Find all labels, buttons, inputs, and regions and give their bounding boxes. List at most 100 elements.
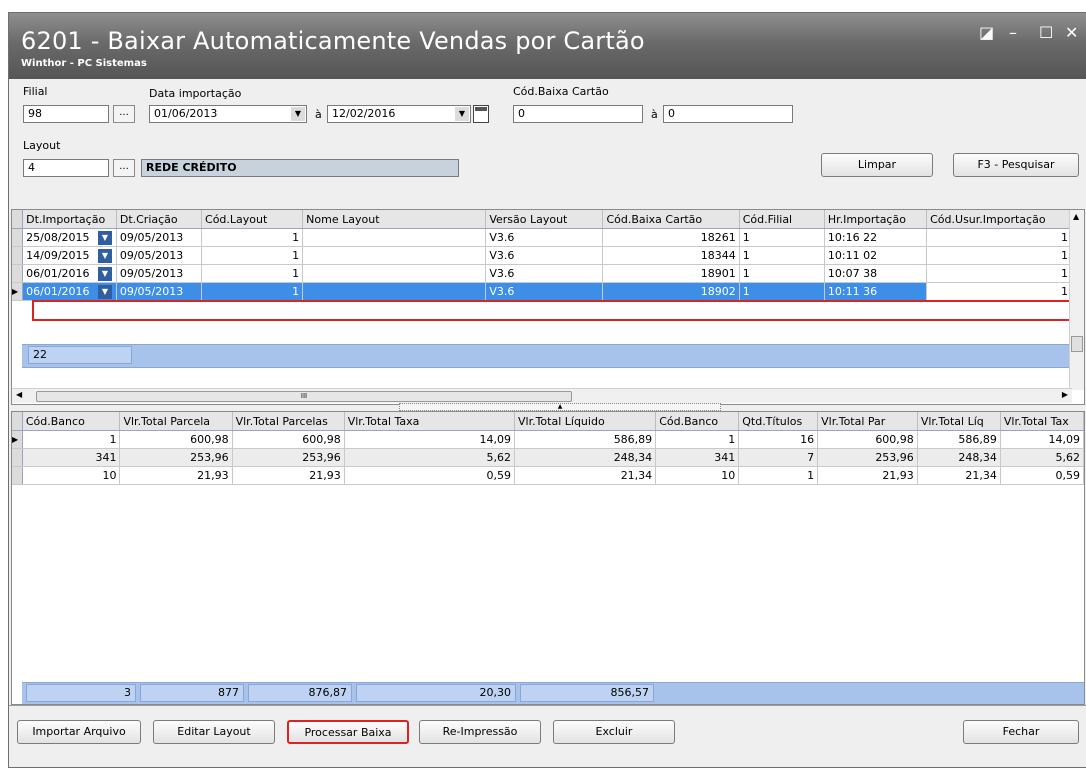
col-header[interactable]: Vlr.Total Líquido xyxy=(514,412,657,431)
scroll-up-icon[interactable]: ▲ xyxy=(1073,212,1079,221)
table-cell[interactable]: 253,96 xyxy=(232,448,345,467)
col-header[interactable]: Qtd.Títulos xyxy=(738,412,819,431)
table-cell[interactable]: 0,59 xyxy=(344,466,515,485)
table-cell[interactable] xyxy=(302,228,487,247)
table-cell[interactable]: 18344 xyxy=(602,246,740,265)
processar-baixa-button[interactable]: Processar Baixa xyxy=(287,720,409,744)
col-header[interactable]: Cód.Banco xyxy=(655,412,740,431)
col-header[interactable]: Vlr.Total Parcelas xyxy=(232,412,345,431)
table-cell[interactable]: 14,09 xyxy=(344,430,515,449)
excluir-button[interactable]: Excluir xyxy=(553,720,675,744)
table-cell[interactable]: 341 xyxy=(22,448,121,467)
table-cell[interactable]: 1 xyxy=(739,264,825,283)
layout-search-button[interactable]: ... xyxy=(113,159,135,177)
restore-icon[interactable]: ◪ xyxy=(979,23,994,42)
table-cell[interactable]: V3.6 xyxy=(485,264,604,283)
table-cell[interactable]: 1 xyxy=(739,228,825,247)
limpar-button[interactable]: Limpar xyxy=(821,153,933,177)
table-cell[interactable]: V3.6 xyxy=(485,282,604,301)
chevron-down-icon[interactable]: ▼ xyxy=(455,107,469,121)
table-cell[interactable]: 21,93 xyxy=(119,466,233,485)
table-row[interactable]: ▶ 1 600,98 600,98 14,09 586,89 1 16 600,… xyxy=(12,430,1084,449)
horizontal-scrollbar[interactable]: ◀ III ▶ xyxy=(12,388,1072,403)
table-cell[interactable]: 18261 xyxy=(602,228,740,247)
data-from-input[interactable]: 01/06/2013 xyxy=(149,105,307,123)
table-cell[interactable]: 1 xyxy=(201,264,304,283)
filial-search-button[interactable]: ... xyxy=(113,105,135,123)
table-cell[interactable]: 1 xyxy=(926,246,1072,265)
scroll-right-icon[interactable]: ▶ xyxy=(1062,390,1068,399)
table-cell[interactable]: 1 xyxy=(201,228,304,247)
table-cell[interactable]: 14,09 xyxy=(1000,430,1084,449)
table-cell[interactable]: 16 xyxy=(738,430,819,449)
table-cell[interactable]: 10:11 36 xyxy=(824,282,928,301)
table-cell[interactable]: 248,34 xyxy=(514,448,657,467)
table-cell[interactable]: 5,62 xyxy=(344,448,515,467)
table-cell[interactable]: 18902 xyxy=(602,282,740,301)
col-header[interactable]: Dt.Criação xyxy=(116,210,203,229)
table-cell[interactable]: 1 xyxy=(926,228,1072,247)
table-cell[interactable]: 253,96 xyxy=(817,448,918,467)
table-cell[interactable]: 1 xyxy=(926,264,1072,283)
table-cell[interactable]: 600,98 xyxy=(817,430,918,449)
table-cell[interactable]: 21,34 xyxy=(514,466,657,485)
table-cell[interactable]: 248,34 xyxy=(917,448,1001,467)
table-cell[interactable]: 21,93 xyxy=(232,466,345,485)
table-cell[interactable]: 0,59 xyxy=(1000,466,1084,485)
col-header[interactable]: Cód.Filial xyxy=(739,210,825,229)
table-cell[interactable]: 586,89 xyxy=(514,430,657,449)
table-cell[interactable]: 10:11 02 xyxy=(824,246,928,265)
chevron-down-icon[interactable]: ▼ xyxy=(98,267,112,281)
fechar-button[interactable]: Fechar xyxy=(963,720,1079,744)
table-cell[interactable]: 10:07 38 xyxy=(824,264,928,283)
table-cell[interactable]: V3.6 xyxy=(485,246,604,265)
importar-arquivo-button[interactable]: Importar Arquivo xyxy=(17,720,141,744)
table-cell[interactable] xyxy=(302,264,487,283)
minimize-icon[interactable]: – xyxy=(1009,23,1017,42)
table-cell[interactable]: 1 xyxy=(926,282,1072,301)
data-to-input[interactable]: 12/02/2016 xyxy=(327,105,471,123)
col-header[interactable]: Vlr.Total Parcela xyxy=(119,412,233,431)
col-header[interactable]: Hr.Importação xyxy=(824,210,928,229)
table-cell[interactable]: 09/05/2013 xyxy=(116,282,203,301)
editar-layout-button[interactable]: Editar Layout xyxy=(153,720,275,744)
col-header[interactable]: Cód.Banco xyxy=(22,412,121,431)
table-cell[interactable]: V3.6 xyxy=(485,228,604,247)
re-impressao-button[interactable]: Re-Impressão xyxy=(419,720,541,744)
col-header[interactable]: Vlr.Total Taxa xyxy=(344,412,515,431)
col-header[interactable]: Dt.Importação xyxy=(22,210,117,229)
table-cell[interactable]: 10 xyxy=(22,466,121,485)
col-header[interactable]: Versão Layout xyxy=(485,210,604,229)
chevron-down-icon[interactable]: ▼ xyxy=(98,285,112,299)
table-cell[interactable]: 18901 xyxy=(602,264,740,283)
table-cell[interactable]: 600,98 xyxy=(232,430,345,449)
table-cell[interactable]: 7 xyxy=(738,448,819,467)
table-cell[interactable]: 1 xyxy=(655,430,740,449)
col-header[interactable]: Vlr.Total Líq xyxy=(917,412,1001,431)
table-cell[interactable]: 5,62 xyxy=(1000,448,1084,467)
table-cell[interactable]: 1 xyxy=(739,282,825,301)
table-cell[interactable]: 09/05/2013 xyxy=(116,264,203,283)
maximize-icon[interactable]: ☐ xyxy=(1039,23,1053,42)
table-row[interactable]: 25/08/2015 09/05/2013 1 V3.6 18261 1 10:… xyxy=(12,228,1072,247)
table-row[interactable]: 14/09/2015 09/05/2013 1 V3.6 18344 1 10:… xyxy=(12,246,1072,265)
table-cell[interactable]: 341 xyxy=(655,448,740,467)
table-cell[interactable]: 10 xyxy=(655,466,740,485)
col-header[interactable]: Cód.Baixa Cartão xyxy=(602,210,740,229)
table-cell[interactable]: 09/05/2013 xyxy=(116,246,203,265)
table-cell[interactable]: 21,34 xyxy=(917,466,1001,485)
chevron-down-icon[interactable]: ▼ xyxy=(291,107,305,121)
table-cell[interactable]: 1 xyxy=(739,246,825,265)
col-header[interactable]: Cód.Usur.Importação xyxy=(926,210,1072,229)
table-cell[interactable]: 21,93 xyxy=(817,466,918,485)
vertical-scrollbar[interactable]: ▲ xyxy=(1069,210,1084,390)
table-row[interactable]: 06/01/2016 09/05/2013 1 V3.6 18901 1 10:… xyxy=(12,264,1072,283)
table-cell[interactable]: 600,98 xyxy=(119,430,233,449)
col-header[interactable]: Cód.Layout xyxy=(201,210,304,229)
table-cell[interactable]: 253,96 xyxy=(119,448,233,467)
filial-input[interactable]: 98 xyxy=(23,105,109,123)
chevron-down-icon[interactable]: ▼ xyxy=(98,231,112,245)
table-cell[interactable] xyxy=(302,282,487,301)
table-row[interactable]: 341 253,96 253,96 5,62 248,34 341 7 253,… xyxy=(12,448,1084,467)
cod-baixa-to-input[interactable]: 0 xyxy=(663,105,793,123)
